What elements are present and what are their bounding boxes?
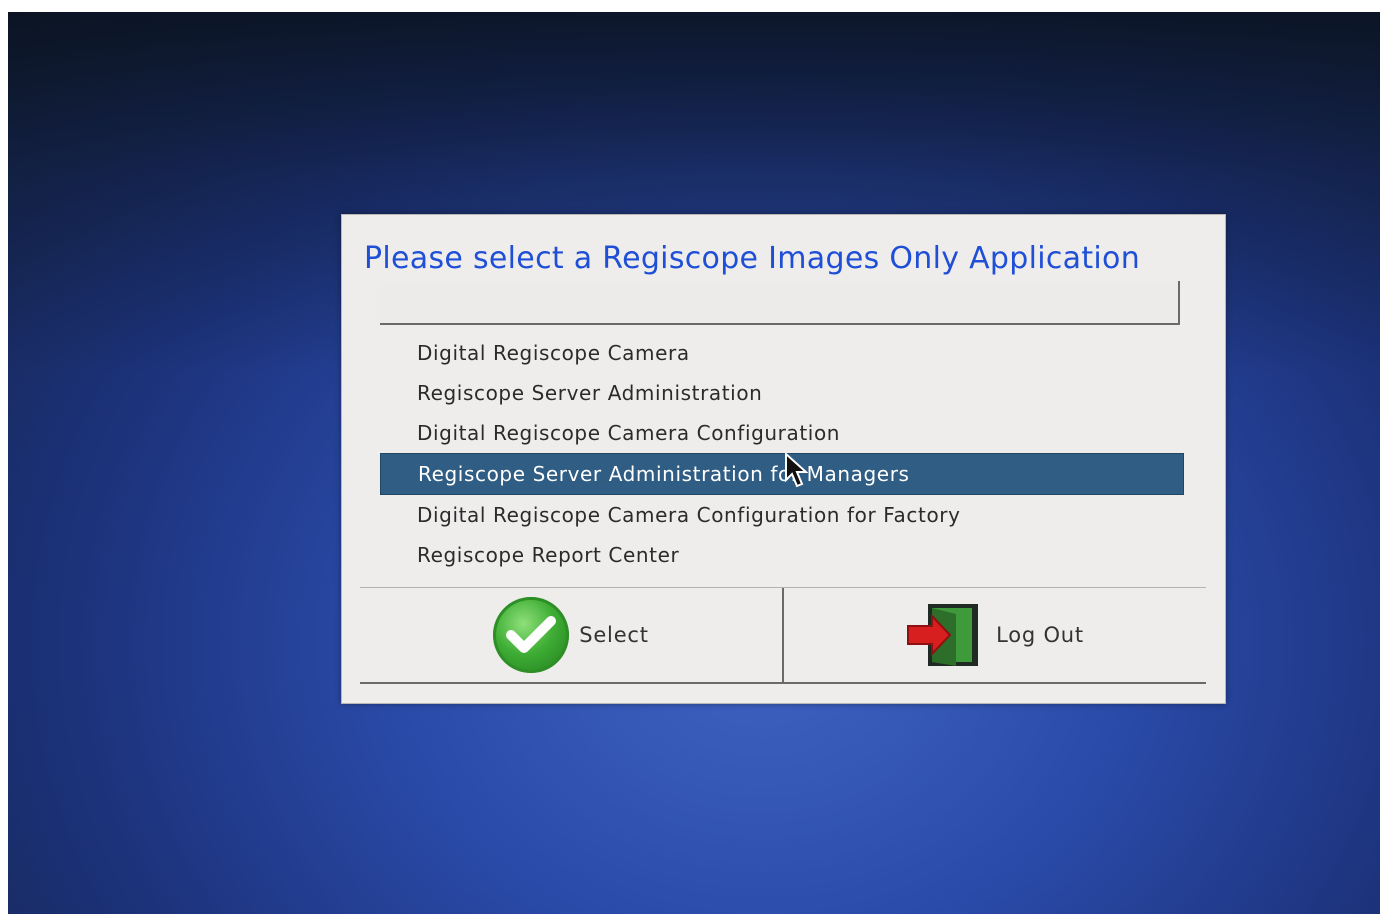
button-row: Select Log Out xyxy=(360,587,1206,684)
select-button[interactable]: Select xyxy=(360,588,784,682)
mouse-pointer-icon xyxy=(785,452,808,488)
select-button-label: Select xyxy=(579,623,649,647)
list-item-digital-regiscope-camera[interactable]: Digital Regiscope Camera xyxy=(380,333,1184,373)
log-out-button[interactable]: Log Out xyxy=(784,588,1206,682)
exit-door-icon xyxy=(906,600,986,670)
list-item-regiscope-server-administration[interactable]: Regiscope Server Administration xyxy=(380,373,1184,413)
filter-field[interactable] xyxy=(380,281,1180,325)
green-checkmark-icon xyxy=(493,597,570,673)
list-item-report-center[interactable]: Regiscope Report Center xyxy=(380,535,1184,575)
list-item-server-administration-managers[interactable]: Regiscope Server Administration for Mana… xyxy=(380,453,1184,495)
dialog-title: Please select a Regiscope Images Only Ap… xyxy=(364,241,1141,276)
list-item-camera-configuration[interactable]: Digital Regiscope Camera Configuration xyxy=(380,413,1184,453)
list-item-camera-configuration-factory[interactable]: Digital Regiscope Camera Configuration f… xyxy=(380,495,1184,535)
application-list[interactable]: Digital Regiscope Camera Regiscope Serve… xyxy=(380,333,1184,575)
log-out-button-label: Log Out xyxy=(996,623,1084,647)
